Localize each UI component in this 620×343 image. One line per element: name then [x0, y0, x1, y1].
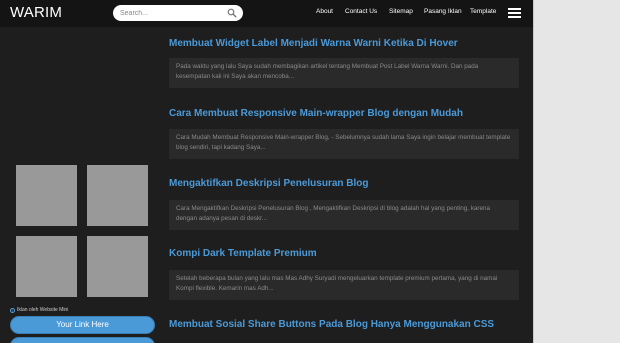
ad-image-placeholder[interactable] — [16, 236, 77, 297]
post-snippet-box: Pada waktu yang lalu Saya sudah membagik… — [169, 58, 519, 88]
ad-label: i Iklan oleh Website Mini — [10, 307, 68, 313]
nav-sitemap[interactable]: Sitemap — [389, 8, 413, 15]
page: WARIM About Contact Us Sitemap Pasang Ik… — [0, 0, 620, 343]
post-title[interactable]: Membuat Sosial Share Buttons Pada Blog H… — [169, 319, 494, 330]
ad-label-text: Iklan oleh Website Mini — [17, 307, 69, 313]
ad-image-placeholder[interactable] — [16, 165, 77, 226]
post-snippet: Setelah beberapa bulan yang lalu mas Mas… — [176, 275, 498, 292]
post-snippet-box: Cara Mudah Membuat Responsive Main-wrapp… — [169, 129, 519, 159]
post-title[interactable]: Cara Membuat Responsive Main-wrapper Blo… — [169, 108, 463, 119]
menu-icon[interactable] — [508, 8, 521, 18]
post-title[interactable]: Membuat Widget Label Menjadi Warna Warni… — [169, 38, 458, 49]
your-link-here-button[interactable]: Your Link Here — [10, 316, 155, 334]
main-nav: About Contact Us Sitemap Pasang Iklan Te… — [0, 8, 533, 20]
post-snippet-box: Setelah beberapa bulan yang lalu mas Mas… — [169, 270, 519, 300]
nav-template[interactable]: Template — [470, 8, 496, 15]
post-snippet: Cara Mudah Membuat Responsive Main-wrapp… — [176, 134, 511, 151]
post-title[interactable]: Kompi Dark Template Premium — [169, 248, 317, 259]
post-title[interactable]: Mengaktifkan Deskripsi Penelusuran Blog — [169, 178, 369, 189]
nav-about[interactable]: About — [316, 8, 333, 15]
ad-image-placeholder[interactable] — [87, 236, 148, 297]
post-snippet-box: Cara Mengaktifkan Deskripsi Penelusuran … — [169, 200, 519, 230]
nav-pasang-iklan[interactable]: Pasang Iklan — [424, 8, 462, 15]
info-icon: i — [10, 307, 15, 313]
ad-image-placeholder[interactable] — [87, 165, 148, 226]
nav-contact-us[interactable]: Contact Us — [345, 8, 377, 15]
post-snippet: Cara Mengaktifkan Deskripsi Penelusuran … — [176, 205, 490, 222]
right-margin — [533, 0, 620, 343]
header-bar: WARIM About Contact Us Sitemap Pasang Ik… — [0, 0, 533, 27]
post-snippet: Pada waktu yang lalu Saya sudah membagik… — [176, 63, 479, 80]
ad-link-button[interactable] — [10, 337, 155, 343]
